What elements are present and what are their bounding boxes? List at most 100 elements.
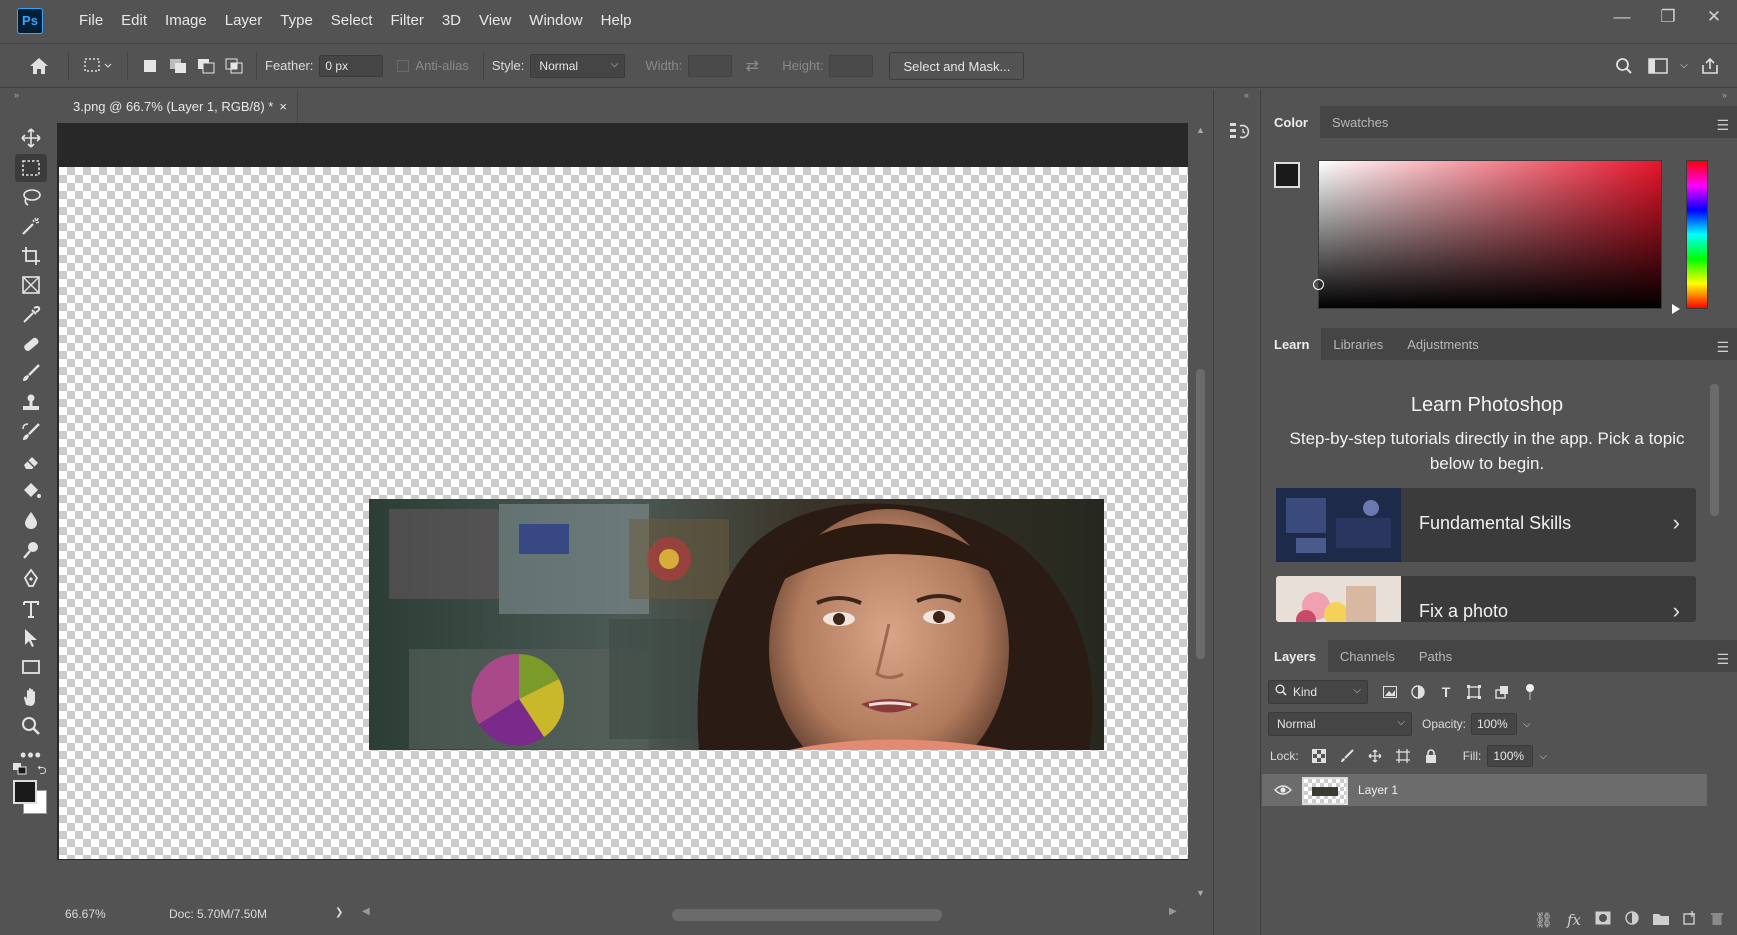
new-group-icon[interactable]	[1653, 912, 1669, 929]
eyedropper-tool-icon[interactable]	[15, 301, 47, 329]
learn-scrollbar[interactable]	[1708, 366, 1720, 586]
tab-adjustments[interactable]: Adjustments	[1395, 328, 1491, 360]
panel-menu-icon[interactable]: ☰	[1716, 117, 1729, 134]
default-colors-icon[interactable]	[13, 763, 27, 775]
scroll-up-icon[interactable]: ▲	[1196, 125, 1205, 135]
blend-mode-select[interactable]: Normal ⌵	[1268, 712, 1412, 736]
status-menu-arrow-icon[interactable]: ❯	[335, 907, 343, 918]
vertical-scroll-thumb[interactable]	[1196, 369, 1205, 659]
scroll-down-icon[interactable]: ▼	[1196, 888, 1205, 898]
magic-wand-tool-icon[interactable]	[15, 212, 47, 240]
lock-artboard-icon[interactable]	[1393, 746, 1413, 766]
menu-view[interactable]: View	[470, 12, 520, 29]
marquee-tool-icon[interactable]	[15, 154, 47, 182]
frame-tool-icon[interactable]	[15, 271, 47, 299]
tab-channels[interactable]: Channels	[1328, 640, 1407, 672]
share-icon[interactable]	[1693, 57, 1727, 75]
menu-edit[interactable]: Edit	[112, 12, 156, 29]
hue-marker-icon[interactable]	[1672, 304, 1680, 314]
hand-tool-icon[interactable]	[15, 683, 47, 711]
learn-scroll-thumb[interactable]	[1710, 384, 1719, 516]
adjustment-filter-icon[interactable]	[1408, 682, 1428, 702]
learn-card-fix-a-photo[interactable]: Fix a photo ›	[1276, 576, 1696, 622]
path-selection-tool-icon[interactable]	[15, 624, 47, 652]
antialias-checkbox[interactable]	[397, 59, 410, 72]
tab-paths[interactable]: Paths	[1407, 640, 1464, 672]
tab-swatches[interactable]: Swatches	[1320, 106, 1400, 138]
search-icon[interactable]	[1607, 57, 1641, 75]
chevron-down-icon[interactable]: ⌵	[1539, 751, 1547, 762]
menu-3d[interactable]: 3D	[433, 12, 470, 29]
subtract-selection-icon[interactable]	[192, 58, 220, 74]
horizontal-scrollbar[interactable]	[662, 906, 942, 921]
tab-learn[interactable]: Learn	[1262, 328, 1322, 360]
fill-input[interactable]: 100%	[1487, 745, 1534, 767]
tab-libraries[interactable]: Libraries	[1321, 328, 1395, 360]
menu-image[interactable]: Image	[156, 12, 216, 29]
horizontal-scroll-thumb[interactable]	[672, 909, 942, 921]
layer-filter-select[interactable]: Kind ⌵	[1268, 680, 1368, 704]
eraser-tool-icon[interactable]	[15, 448, 47, 476]
collapse-icon[interactable]: «	[1244, 90, 1249, 100]
layer-name[interactable]: Layer 1	[1358, 783, 1398, 797]
new-selection-icon[interactable]	[136, 59, 164, 73]
blur-tool-icon[interactable]	[15, 506, 47, 534]
color-picker-cursor[interactable]	[1313, 279, 1324, 290]
menu-layer[interactable]: Layer	[216, 12, 272, 29]
link-layers-icon[interactable]: ⛓	[1534, 911, 1553, 929]
workspace-icon[interactable]	[1641, 57, 1675, 74]
rectangle-tool-icon[interactable]	[15, 653, 47, 681]
height-input[interactable]	[829, 54, 874, 77]
lock-all-icon[interactable]	[1421, 746, 1441, 766]
panel-menu-icon[interactable]: ☰	[1716, 339, 1729, 356]
lock-position-icon[interactable]	[1365, 746, 1385, 766]
document-tab[interactable]: 3.png @ 66.7% (Layer 1, RGB/8) * ×	[58, 91, 298, 123]
lasso-tool-icon[interactable]	[15, 183, 47, 211]
eye-icon[interactable]	[1274, 783, 1292, 797]
pen-tool-icon[interactable]	[15, 565, 47, 593]
layer-style-icon[interactable]: fx	[1567, 911, 1581, 929]
clone-stamp-tool-icon[interactable]	[15, 389, 47, 417]
marquee-preset-icon[interactable]	[77, 57, 119, 75]
adjustment-layer-icon[interactable]	[1625, 911, 1639, 929]
close-tab-icon[interactable]: ×	[279, 99, 287, 123]
move-tool-icon[interactable]	[15, 124, 47, 152]
smart-object-filter-icon[interactable]	[1492, 682, 1512, 702]
menu-window[interactable]: Window	[520, 12, 591, 29]
restore-button[interactable]: ❐	[1645, 0, 1691, 34]
foreground-color-swatch[interactable]	[13, 780, 37, 804]
filter-toggle-icon[interactable]	[1520, 682, 1540, 702]
swap-colors-icon[interactable]: ⮌	[37, 761, 47, 782]
menu-file[interactable]: File	[70, 12, 112, 29]
history-panel-icon[interactable]	[1228, 120, 1250, 142]
vertical-scrollbar[interactable]: ▲ ▼	[1188, 123, 1213, 902]
opacity-input[interactable]: 100%	[1471, 713, 1518, 735]
menu-type[interactable]: Type	[271, 12, 322, 29]
select-and-mask-button[interactable]: Select and Mask...	[889, 51, 1025, 80]
dodge-tool-icon[interactable]	[15, 536, 47, 564]
intersect-selection-icon[interactable]	[220, 58, 248, 74]
saturation-value-picker[interactable]	[1313, 160, 1662, 309]
style-select[interactable]: Normal ⌵	[530, 53, 626, 78]
paint-bucket-tool-icon[interactable]	[15, 477, 47, 505]
close-button[interactable]: ✕	[1691, 0, 1737, 34]
shape-filter-icon[interactable]	[1464, 682, 1484, 702]
lock-image-pixels-icon[interactable]	[1337, 746, 1357, 766]
menu-help[interactable]: Help	[592, 12, 641, 29]
zoom-tool-icon[interactable]	[15, 712, 47, 740]
delete-layer-icon[interactable]	[1711, 911, 1723, 929]
menu-filter[interactable]: Filter	[382, 12, 433, 29]
healing-brush-tool-icon[interactable]	[15, 330, 47, 358]
collapse-panels-icon[interactable]: »	[1722, 90, 1727, 100]
scroll-right-icon[interactable]: ▶	[1169, 906, 1177, 917]
type-filter-icon[interactable]: T	[1436, 682, 1456, 702]
menu-select[interactable]: Select	[322, 12, 382, 29]
history-brush-tool-icon[interactable]	[15, 418, 47, 446]
crop-tool-icon[interactable]	[15, 242, 47, 270]
add-selection-icon[interactable]	[164, 58, 192, 74]
scroll-left-icon[interactable]: ◀	[362, 906, 370, 917]
home-icon[interactable]	[18, 56, 60, 76]
brush-tool-icon[interactable]	[15, 359, 47, 387]
foreground-color-swatch[interactable]	[1274, 162, 1300, 188]
tab-layers[interactable]: Layers	[1262, 640, 1328, 672]
